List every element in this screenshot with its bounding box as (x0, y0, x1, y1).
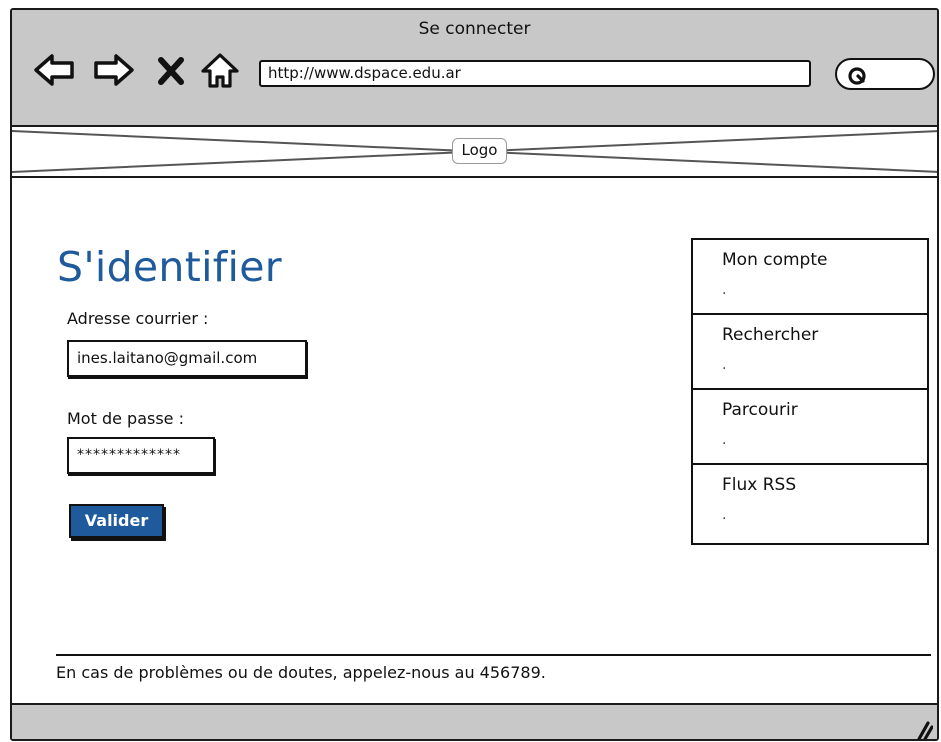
menu-item-label: Parcourir (722, 400, 798, 420)
footer-divider (56, 654, 931, 656)
menu-item-label: Rechercher (722, 325, 819, 345)
menu-item-dot: . (722, 507, 727, 523)
email-label: Adresse courrier : (67, 309, 209, 328)
home-icon[interactable] (198, 50, 242, 90)
logo: Logo (452, 138, 507, 164)
menu-item-parcourir[interactable]: Parcourir . (693, 390, 927, 465)
browser-search-field[interactable] (835, 58, 935, 90)
close-x-icon[interactable] (154, 50, 188, 90)
menu-item-label: Flux RSS (722, 475, 797, 495)
back-arrow-icon[interactable] (32, 50, 76, 90)
forward-arrow-icon[interactable] (92, 50, 136, 90)
menu-item-dot: . (722, 282, 727, 298)
menu-item-label: Mon compte (722, 250, 828, 270)
menu-item-dot: . (722, 432, 727, 448)
password-label: Mot de passe : (67, 409, 184, 428)
url-input[interactable]: http://www.dspace.edu.ar (259, 60, 811, 87)
search-icon (848, 67, 866, 85)
menu-item-flux-rss[interactable]: Flux RSS . (693, 465, 927, 540)
menu-item-mon-compte[interactable]: Mon compte . (693, 240, 927, 315)
browser-chrome: Se connecter http://www.dspace.edu.ar (12, 10, 937, 127)
browser-window: Se connecter http://www.dspace.edu.ar Lo… (10, 8, 939, 741)
resize-grip-icon[interactable] (911, 719, 933, 741)
menu-item-dot: . (722, 357, 727, 373)
logo-banner: Logo (12, 127, 937, 178)
page-title: S'identifier (57, 243, 282, 291)
submit-button[interactable]: Valider (69, 504, 164, 538)
email-field[interactable]: ines.laitano@gmail.com (67, 340, 307, 377)
footer-text: En cas de problèmes ou de doutes, appele… (56, 663, 546, 682)
window-title: Se connecter (418, 19, 531, 39)
menu-item-rechercher[interactable]: Rechercher . (693, 315, 927, 390)
password-field[interactable]: ************* (67, 437, 215, 474)
sidebar-menu: Mon compte . Rechercher . Parcourir . Fl… (691, 238, 929, 545)
status-bar (12, 703, 937, 741)
